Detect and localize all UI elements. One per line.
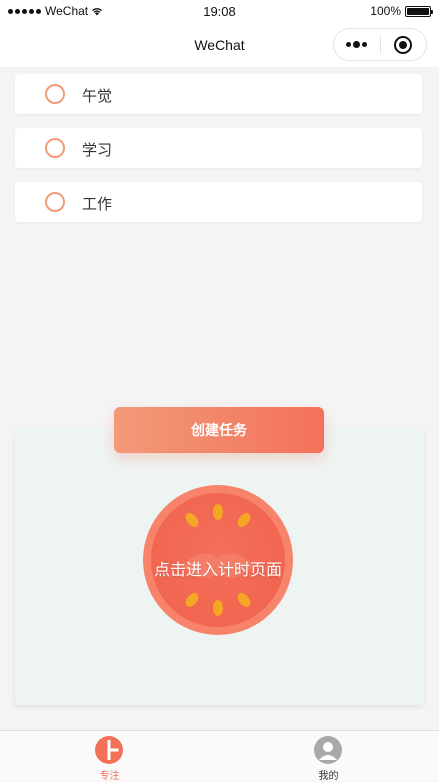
tab-mine[interactable]: 我的: [219, 731, 438, 782]
create-task-button[interactable]: 创建任务: [114, 407, 324, 453]
tomato-timer-button[interactable]: 点击进入计时页面: [142, 484, 294, 636]
task-label: 午觉: [82, 87, 113, 105]
tab-mine-label: 我的: [318, 771, 339, 782]
tab-focus-label: 专注: [99, 771, 120, 782]
task-item[interactable]: 学习: [15, 128, 422, 168]
task-item[interactable]: 工作: [15, 182, 422, 222]
more-options-button[interactable]: [334, 29, 380, 60]
timer-label: 点击进入计时页面: [153, 560, 282, 579]
close-icon: [394, 35, 413, 54]
user-icon: [314, 736, 342, 764]
task-label: 工作: [82, 195, 113, 213]
battery-icon: [405, 5, 433, 17]
task-item[interactable]: 午觉: [15, 74, 422, 114]
battery-percent: 100%: [370, 4, 401, 18]
task-checkbox[interactable]: [45, 192, 65, 212]
tab-bar: 专注 我的: [0, 730, 439, 782]
task-label: 学习: [82, 141, 113, 159]
status-bar: WeChat 19:08 100%: [0, 0, 439, 24]
battery-fill: [407, 7, 429, 15]
task-checkbox[interactable]: [45, 84, 65, 104]
mini-program-capsule: [333, 28, 427, 61]
tab-focus[interactable]: 专注: [0, 731, 219, 782]
focus-icon: [95, 736, 123, 764]
task-list: 午觉 学习 工作: [15, 74, 422, 236]
nav-bar: WeChat: [0, 24, 439, 67]
status-right: 100%: [370, 4, 433, 18]
task-checkbox[interactable]: [45, 138, 65, 158]
close-button[interactable]: [380, 29, 426, 60]
